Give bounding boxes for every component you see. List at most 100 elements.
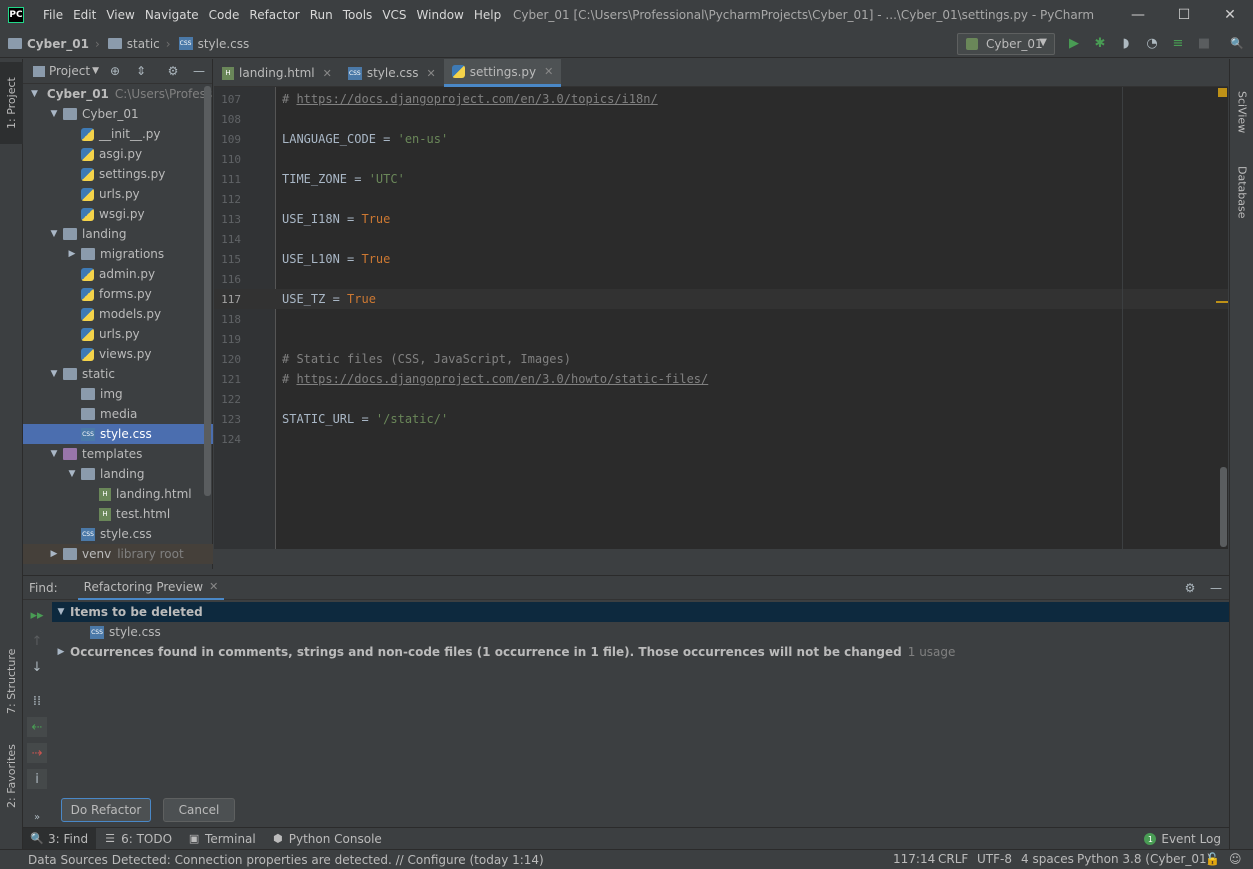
python-interpreter[interactable]: Python 3.8 (Cyber_01) xyxy=(1077,850,1211,869)
build-icon[interactable]: ≡ xyxy=(1170,35,1186,51)
code-editor[interactable]: 107 # https://docs.djangoproject.com/en/3… xyxy=(214,87,1228,549)
lock-icon[interactable]: 🔓 xyxy=(1205,850,1220,869)
tree-item[interactable]: views.py xyxy=(23,344,213,364)
tree-item[interactable]: models.py xyxy=(23,304,213,324)
tree-item[interactable]: CSS style.css xyxy=(23,424,213,444)
collapse-all-icon[interactable]: ⇕ xyxy=(133,63,149,79)
tree-item[interactable]: __init__.py xyxy=(23,124,213,144)
group-icon[interactable]: ⁞⁞ xyxy=(27,691,47,711)
bottom-tab-terminal[interactable]: ▣ Terminal xyxy=(180,828,264,850)
tree-item[interactable]: CSS style.css xyxy=(23,524,213,544)
tree-item[interactable]: ▼ templates xyxy=(23,444,213,464)
sciview-tool-tab[interactable]: SciView xyxy=(1230,79,1253,145)
coverage-icon[interactable]: ◗ xyxy=(1118,35,1134,51)
editor-scrollbar[interactable] xyxy=(1220,467,1227,547)
bottom-tab-3-find[interactable]: 🔍 3: Find xyxy=(23,827,97,850)
close-tab-icon[interactable]: ✕ xyxy=(427,67,436,80)
breadcrumb-file[interactable]: CSS style.css xyxy=(178,37,249,51)
tree-item[interactable]: ▶ migrations xyxy=(23,244,213,264)
tree-item[interactable]: wsgi.py xyxy=(23,204,213,224)
debug-icon[interactable]: ✱ xyxy=(1092,35,1108,51)
profile-icon[interactable]: ◔ xyxy=(1144,35,1160,51)
menu-navigate[interactable]: Navigate xyxy=(140,0,204,30)
error-stripe-marker[interactable] xyxy=(1216,301,1228,303)
menu-view[interactable]: View xyxy=(101,0,139,30)
menu-help[interactable]: Help xyxy=(469,0,506,30)
tree-item[interactable]: Htest.html xyxy=(23,504,213,524)
code-link[interactable]: https://docs.djangoproject.com/en/3.0/ho… xyxy=(296,372,708,386)
search-icon[interactable]: 🔍 xyxy=(1229,35,1245,51)
hide-panel-icon[interactable]: — xyxy=(1208,580,1224,596)
tree-item[interactable]: admin.py xyxy=(23,264,213,284)
file-encoding[interactable]: UTF-8 xyxy=(977,850,1012,869)
code-link[interactable]: https://docs.djangoproject.com/en/3.0/to… xyxy=(296,92,657,106)
notifications-icon[interactable]: ☺ xyxy=(1229,850,1242,869)
chevron-down-icon[interactable]: ▼ xyxy=(31,89,38,99)
tree-item[interactable]: forms.py xyxy=(23,284,213,304)
database-tool-tab[interactable]: Database xyxy=(1230,159,1253,225)
chevron-right-icon[interactable]: ▶ xyxy=(49,549,59,559)
structure-tool-tab[interactable]: 7: Structure xyxy=(0,641,23,721)
menu-refactor[interactable]: Refactor xyxy=(244,0,304,30)
chevron-right-icon[interactable]: ▶ xyxy=(67,249,77,259)
run-configuration-select[interactable]: Cyber_01 ▼ xyxy=(957,33,1055,55)
result-row-deleted[interactable]: ▼ Items to be deleted xyxy=(52,602,1229,622)
tab-style-css[interactable]: CSS style.css ✕ xyxy=(340,59,444,87)
tree-item[interactable]: ▼ landing xyxy=(23,464,213,484)
minimize-button[interactable]: — xyxy=(1115,0,1161,30)
breadcrumb-project[interactable]: Cyber_01 › xyxy=(8,37,100,51)
bottom-tab-6-todo[interactable]: ☰ 6: TODO xyxy=(96,828,180,850)
inspection-status-icon[interactable] xyxy=(1218,88,1227,97)
project-tool-tab[interactable]: 1: Project xyxy=(0,62,23,144)
arrow-up-icon[interactable]: ↑ xyxy=(27,631,47,651)
chevron-down-icon[interactable]: ▼ xyxy=(49,449,59,459)
chevron-down-icon[interactable]: ▼ xyxy=(49,229,59,239)
status-message[interactable]: Data Sources Detected: Connection proper… xyxy=(28,853,544,867)
breadcrumb-static[interactable]: static › xyxy=(107,37,171,51)
tree-item[interactable]: urls.py xyxy=(23,184,213,204)
result-row-item[interactable]: CSS style.css xyxy=(52,622,1229,642)
stop-icon[interactable]: ■ xyxy=(1196,35,1212,51)
menu-edit[interactable]: Edit xyxy=(68,0,101,30)
event-log-tab[interactable]: 1 Event Log xyxy=(1144,828,1221,850)
chevron-down-icon[interactable]: ▼ xyxy=(49,369,59,379)
menu-code[interactable]: Code xyxy=(204,0,245,30)
bottom-tab-python-console[interactable]: ⬢ Python Console xyxy=(264,828,390,850)
tree-item[interactable]: ▼ static xyxy=(23,364,213,384)
menu-run[interactable]: Run xyxy=(305,0,338,30)
maximize-button[interactable]: ☐ xyxy=(1161,0,1207,30)
arrow-down-icon[interactable]: ↓ xyxy=(27,657,47,677)
include-icon[interactable]: ⇠ xyxy=(27,717,47,737)
info-icon[interactable]: i xyxy=(27,769,47,789)
locate-file-icon[interactable]: ⊕ xyxy=(107,63,123,79)
tree-item[interactable]: ▼ Cyber_01 xyxy=(23,104,213,124)
tree-item[interactable]: Hlanding.html xyxy=(23,484,213,504)
caret-position[interactable]: 117:14 xyxy=(893,850,935,869)
close-tab-icon[interactable]: ✕ xyxy=(209,580,218,593)
gear-icon[interactable]: ⚙ xyxy=(165,63,181,79)
rerun-icon[interactable]: ▸▸ xyxy=(27,605,47,625)
indent-setting[interactable]: 4 spaces xyxy=(1021,850,1074,869)
tree-item[interactable]: img xyxy=(23,384,213,404)
tree-item[interactable]: media xyxy=(23,404,213,424)
menu-vcs[interactable]: VCS xyxy=(377,0,411,30)
tree-item[interactable]: ▶ venv library root xyxy=(23,544,213,564)
menu-window[interactable]: Window xyxy=(412,0,469,30)
tree-item[interactable]: ▼ Cyber_01 C:\Users\Professic xyxy=(23,84,213,104)
do-refactor-button[interactable]: Do Refactor xyxy=(61,798,151,822)
close-tab-icon[interactable]: ✕ xyxy=(323,67,332,80)
project-tree-scrollbar[interactable] xyxy=(204,86,211,496)
tab-landing-html[interactable]: Hlanding.html ✕ xyxy=(214,59,340,87)
tab-settings-py[interactable]: settings.py ✕ xyxy=(443,59,562,87)
tree-item[interactable]: ▼ landing xyxy=(23,224,213,244)
cancel-button[interactable]: Cancel xyxy=(163,798,235,822)
favorites-tool-tab[interactable]: 2: Favorites xyxy=(0,735,23,817)
chevron-down-icon[interactable]: ▼ xyxy=(49,109,59,119)
tree-item[interactable]: urls.py xyxy=(23,324,213,344)
project-view-select[interactable]: Project ▼ xyxy=(33,64,99,78)
chevron-down-icon[interactable]: ▼ xyxy=(67,469,77,479)
more-icon[interactable]: » xyxy=(27,807,47,827)
hide-panel-icon[interactable]: — xyxy=(191,63,207,79)
tree-item[interactable]: settings.py xyxy=(23,164,213,184)
menu-file[interactable]: File xyxy=(38,0,68,30)
